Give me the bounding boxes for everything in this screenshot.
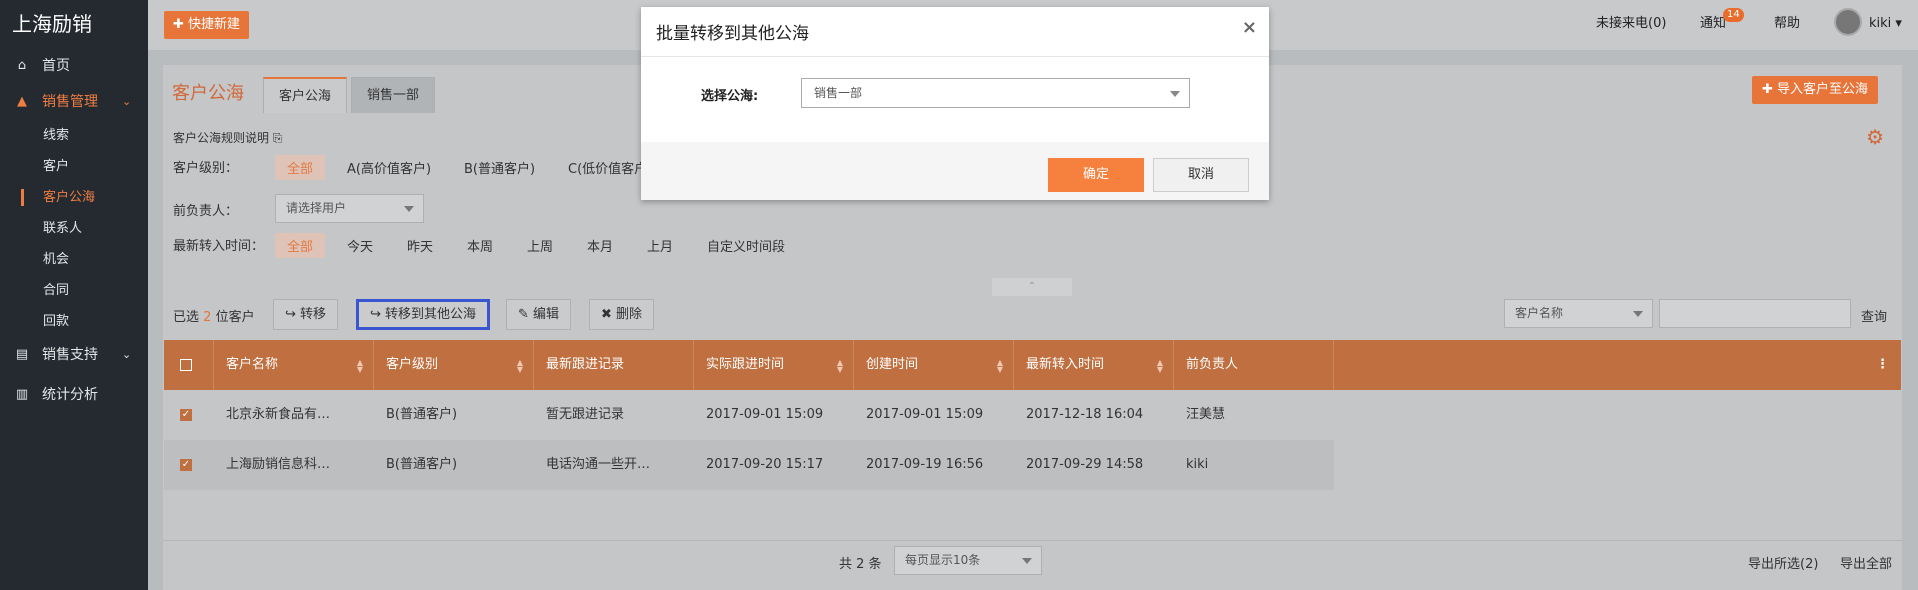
dialog-footer: 确定 取消 [641,142,1269,200]
transfer-pool-dialog: 批量转移到其他公海 × 选择公海: 销售一部 确定 取消 [641,7,1269,200]
pool-select-value: 销售一部 [814,86,863,100]
close-icon[interactable]: × [1242,17,1257,38]
cancel-button[interactable]: 取消 [1153,158,1249,192]
confirm-button[interactable]: 确定 [1048,158,1144,192]
pool-select[interactable]: 销售一部 [801,78,1190,108]
dialog-body: 选择公海: 销售一部 [641,56,1269,142]
dialog-title: 批量转移到其他公海 [656,24,809,44]
caret-down-icon [1170,91,1180,97]
pool-select-label: 选择公海: [701,89,759,104]
